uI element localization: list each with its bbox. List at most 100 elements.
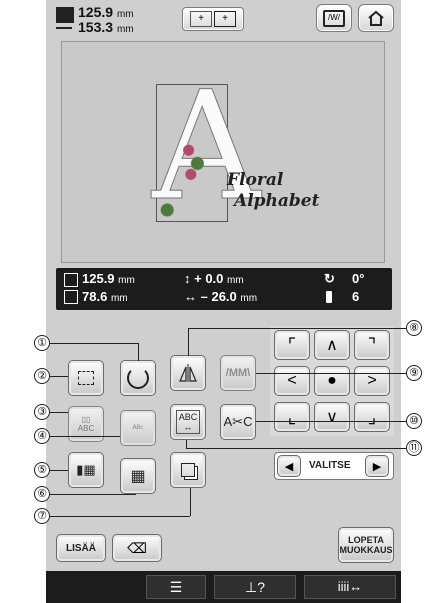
status-bar: 125.9 mm 78.6 mm ↕ + 0.0 mm ↔ – 26.0 mm …	[56, 268, 392, 310]
delete-button[interactable]: ⌫	[112, 534, 162, 562]
preview-caption-line1: Floral	[227, 170, 284, 190]
move-down-left-button[interactable]: ⌞	[274, 402, 310, 432]
add-button-label: LISÄÄ	[66, 542, 96, 554]
flower-decoration-lower	[160, 202, 178, 218]
callout-11: ⑪	[406, 440, 422, 456]
character-spacing-button[interactable]: ABC ↔	[170, 404, 206, 440]
callout-10-line	[256, 421, 406, 422]
eraser-icon: ⌫	[127, 539, 147, 556]
status-height: 125.9 mm	[82, 271, 135, 286]
select-previous-button[interactable]: ◀	[277, 455, 301, 477]
rotate-button[interactable]	[120, 360, 156, 396]
separate-button[interactable]: A✂C	[220, 404, 256, 440]
callout-2-line	[50, 376, 68, 377]
size-arrow-icon	[56, 23, 72, 29]
callout-6: ⑥	[34, 486, 50, 502]
callout-9: ⑨	[406, 365, 422, 381]
hoop-select-button[interactable]: + +	[182, 7, 244, 31]
callout-9-line	[256, 373, 406, 374]
thread-tension-button[interactable]: iiii↔	[304, 575, 396, 599]
callout-7: ⑦	[34, 508, 50, 524]
callout-8-line-down	[188, 328, 189, 356]
info-button[interactable]: ☰	[146, 575, 206, 599]
corner-arrow-icon: ⌟	[367, 406, 377, 427]
callout-4: ④	[34, 428, 50, 444]
move-right-button[interactable]: >	[354, 366, 390, 396]
callout-8: ⑧	[406, 320, 422, 336]
select-label: VALITSE	[309, 460, 351, 471]
width-icon	[64, 290, 78, 304]
corner-arrow-icon: ⌞	[287, 406, 297, 427]
callout-6-line	[50, 494, 136, 495]
curve-text-button[interactable]: ᴬᴮᶜ	[120, 410, 156, 446]
status-horizontal-offset: ↔ – 26.0 mm	[184, 289, 258, 304]
move-center-button[interactable]: ●	[314, 366, 350, 396]
move-pad: ⌜ ∧ ⌝ < ● > ⌞ ∨ ⌟	[270, 326, 394, 436]
end-editing-button[interactable]: LOPETA MUOKKAUS	[338, 527, 394, 563]
callout-7-line-up	[190, 488, 191, 516]
preview-area: A Floral Alphabet	[61, 41, 385, 263]
spacing-icon: ABC ↔	[175, 410, 201, 434]
flower-decoration	[182, 137, 204, 181]
rotation-icon: ↻	[324, 271, 335, 286]
callout-5-line	[50, 470, 68, 471]
move-down-right-button[interactable]: ⌟	[354, 402, 390, 432]
duplicate-icon	[181, 463, 195, 477]
size-icon	[56, 7, 74, 23]
status-rotation: 0°	[352, 271, 365, 286]
add-button[interactable]: LISÄÄ	[56, 534, 106, 562]
callout-11-line-up	[186, 440, 187, 448]
callout-8-line	[188, 328, 406, 329]
help-button[interactable]: ⊥?	[214, 575, 296, 599]
callout-1: ①	[34, 335, 50, 351]
status-color-count: 6	[352, 289, 360, 304]
curve-text-icon: ᴬᴮᶜ	[132, 423, 144, 433]
select-next-button[interactable]: ▶	[365, 455, 389, 477]
bottom-bar: ☰ ⊥? iiii↔	[46, 571, 401, 603]
status-width: 78.6 mm	[82, 289, 128, 304]
rotate-icon	[127, 367, 149, 389]
border-button[interactable]: ▦	[120, 458, 156, 494]
callout-1-line	[50, 343, 138, 344]
thread-spool-icon	[326, 291, 332, 303]
move-down-button[interactable]: ∨	[314, 402, 350, 432]
arrow-right-icon: >	[367, 372, 377, 389]
triangle-right-icon: ▶	[372, 460, 382, 473]
callout-3-line	[50, 412, 68, 413]
machine-setting-button[interactable]: /W/	[316, 4, 352, 32]
select-bar: ◀ VALITSE ▶	[274, 452, 394, 480]
callout-2: ②	[34, 368, 50, 384]
mirror-button[interactable]	[170, 355, 206, 391]
thread-color-button[interactable]: ▮▦	[68, 452, 104, 488]
header-height: 153.3 mm	[78, 19, 134, 35]
end-editing-label-1: LOPETA	[348, 535, 384, 545]
callout-1-line-down	[138, 343, 139, 361]
move-up-left-button[interactable]: ⌜	[274, 330, 310, 360]
home-button[interactable]	[358, 4, 394, 32]
callout-10: ⑩	[406, 413, 422, 429]
arrow-left-icon: <	[287, 372, 297, 389]
duplicate-button[interactable]	[170, 452, 206, 488]
resize-icon	[78, 371, 94, 385]
corner-arrow-icon: ⌜	[287, 334, 297, 355]
scissors-icon: A✂C	[223, 414, 253, 429]
header-width: 125.9 mm	[78, 4, 134, 20]
move-up-button[interactable]: ∧	[314, 330, 350, 360]
size-button[interactable]	[68, 360, 104, 396]
callout-11-line	[186, 448, 406, 449]
corner-arrow-icon: ⌝	[367, 334, 377, 355]
end-editing-label-2: MUOKKAUS	[339, 545, 393, 555]
callout-3: ③	[34, 404, 50, 420]
list-icon: ☰	[169, 579, 183, 595]
border-icon: ▦	[130, 468, 146, 485]
density-button[interactable]: /MM\	[220, 355, 256, 391]
move-left-button[interactable]: <	[274, 366, 310, 396]
triangle-left-icon: ◀	[284, 460, 294, 473]
arrow-up-icon: ∧	[326, 337, 338, 354]
home-icon	[368, 10, 384, 26]
status-vertical-offset: ↕ + 0.0 mm	[184, 271, 244, 286]
callout-7-line	[50, 516, 190, 517]
center-dot-icon: ●	[327, 372, 337, 389]
height-icon	[64, 273, 78, 287]
move-up-right-button[interactable]: ⌝	[354, 330, 390, 360]
